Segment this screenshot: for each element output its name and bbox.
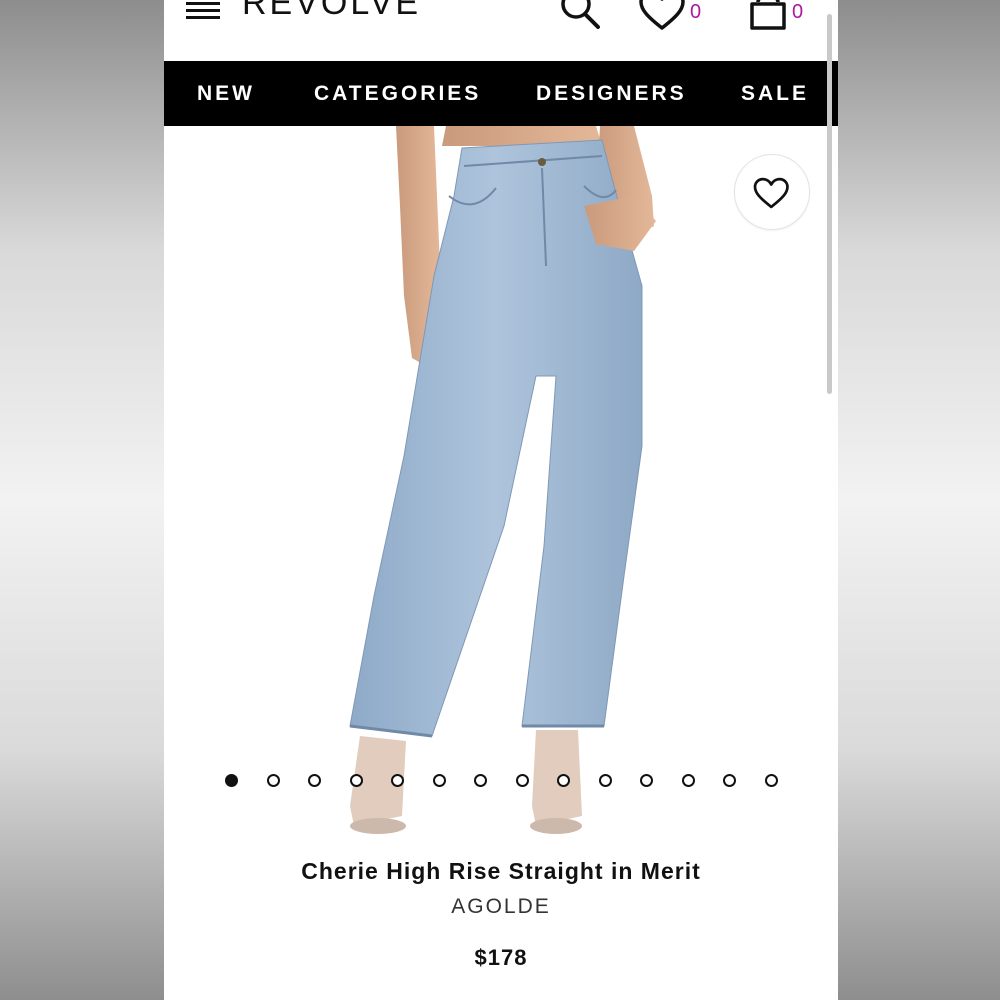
pagination-dot[interactable] (266, 774, 280, 787)
pagination-dot[interactable] (640, 774, 653, 787)
pagination-dot[interactable] (557, 774, 570, 787)
pagination-dot[interactable] (432, 774, 446, 787)
add-to-favorites-button[interactable] (734, 154, 810, 230)
bag-count: 0 (792, 1, 804, 23)
shopping-bag-button[interactable]: 0 (746, 0, 803, 32)
hamburger-icon[interactable] (186, 0, 222, 20)
scrollbar[interactable] (827, 14, 832, 394)
pagination-dot[interactable] (764, 774, 778, 787)
product-name[interactable]: Cherie High Rise Straight in Merit (164, 858, 838, 885)
nav-sale[interactable]: SALE (741, 61, 809, 126)
pagination-dot[interactable] (474, 774, 487, 787)
revolve-logo[interactable]: REVOLVE (242, 0, 421, 20)
top-header: REVOLVE 0 0 (164, 0, 838, 61)
wishlist-count: 0 (690, 1, 702, 23)
shopping-bag-icon (750, 0, 786, 30)
search-icon[interactable] (558, 0, 602, 30)
pagination-dot[interactable] (681, 774, 695, 787)
background-right (838, 0, 1000, 1000)
wishlist-button[interactable]: 0 (638, 0, 701, 32)
nav-new[interactable]: NEW (197, 61, 255, 126)
nav-categories[interactable]: CATEGORIES (314, 61, 481, 126)
pagination-dot[interactable] (598, 774, 612, 787)
pagination-dot[interactable] (391, 774, 404, 787)
product-image[interactable] (164, 126, 838, 844)
pagination-dot[interactable] (515, 774, 529, 787)
pagination-dot[interactable] (308, 774, 321, 787)
heart-outline-icon (753, 177, 789, 209)
nav-designers[interactable]: DESIGNERS (536, 61, 687, 126)
pagination-dot[interactable] (349, 774, 363, 787)
pagination-dot[interactable] (723, 774, 736, 787)
product-photo-illustration (349, 126, 656, 834)
pagination-dot[interactable] (225, 774, 238, 787)
product-brand[interactable]: AGOLDE (164, 895, 838, 919)
heart-icon (639, 0, 685, 30)
category-nav: NEW CATEGORIES DESIGNERS SALE (164, 61, 838, 126)
mobile-screen: REVOLVE 0 0 NEW CATEGORIES DESIGNERS SAL… (164, 0, 838, 1000)
product-price: $178 (474, 945, 528, 970)
image-pagination (164, 774, 838, 794)
background-left (0, 0, 164, 1000)
